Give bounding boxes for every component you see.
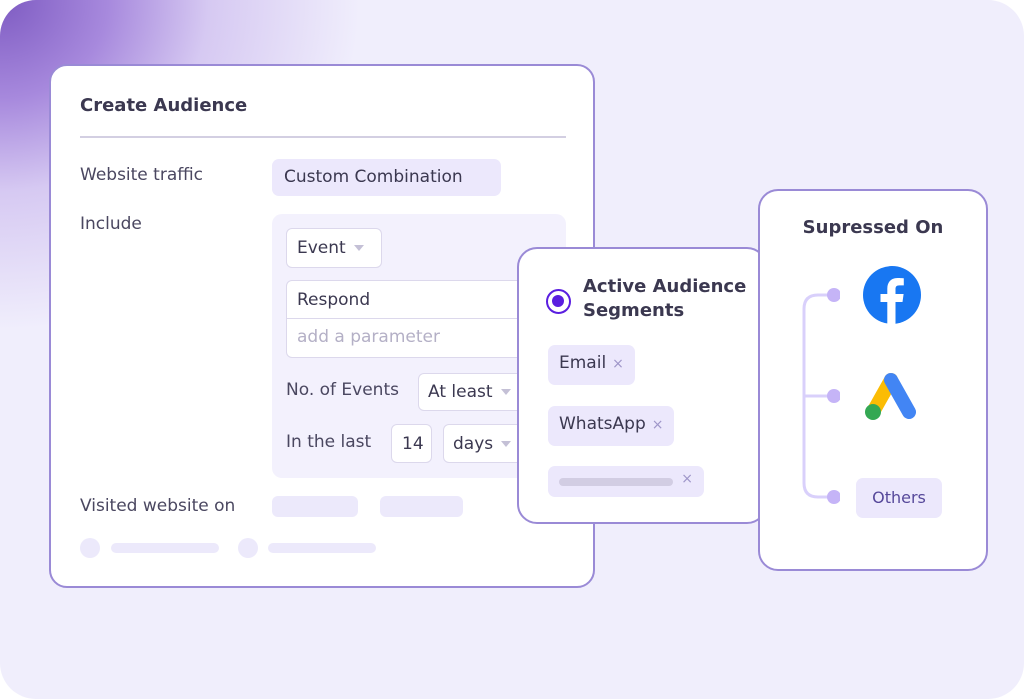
placeholder-avatar (80, 538, 100, 558)
active-segments-card: Active Audience Segments Email × WhatsApp… (517, 247, 767, 524)
website-traffic-value: Custom Combination (284, 167, 463, 187)
connector-dot (827, 490, 840, 504)
placeholder-avatar (238, 538, 258, 558)
connector-tree (802, 288, 840, 504)
placeholder-line (268, 543, 376, 553)
create-audience-title: Create Audience (80, 95, 248, 116)
create-audience-card: Create Audience Website traffic Custom C… (49, 64, 595, 588)
close-icon[interactable]: × (681, 471, 693, 487)
others-chip[interactable]: Others (856, 478, 942, 518)
website-traffic-select[interactable]: Custom Combination (272, 159, 501, 196)
chevron-down-icon (501, 441, 512, 447)
close-icon[interactable]: × (612, 356, 624, 372)
google-ads-icon[interactable] (864, 372, 918, 422)
chevron-down-icon (353, 245, 364, 251)
suppressed-on-card: Supressed On Others (758, 189, 988, 571)
facebook-icon[interactable] (863, 266, 921, 324)
event-type-select[interactable]: Event (286, 228, 382, 268)
in-the-last-label: In the last (286, 432, 372, 452)
in-the-last-number-input[interactable]: 14 (391, 424, 432, 463)
title-divider (80, 136, 566, 138)
placeholder-chip (380, 496, 463, 517)
segment-tag-label: Email (559, 353, 607, 373)
page-background: Create Audience Website traffic Custom C… (0, 0, 1024, 699)
placeholder-chip (272, 496, 358, 517)
connector-dot (827, 389, 840, 403)
parameter-input[interactable]: add a parameter (287, 319, 545, 357)
segment-tag-placeholder: × (548, 466, 704, 497)
include-label: Include (80, 214, 142, 234)
event-name-input[interactable]: Respond (287, 281, 545, 319)
placeholder-line (559, 478, 673, 486)
website-traffic-label: Website traffic (80, 165, 204, 185)
chevron-down-icon (500, 389, 511, 395)
close-icon[interactable]: × (652, 417, 664, 433)
connector-dot (827, 288, 840, 302)
no-of-events-label: No. of Events (286, 380, 399, 400)
event-parameter-box: Respond add a parameter (286, 280, 546, 358)
event-type-value: Event (297, 238, 346, 258)
active-segments-title: Active Audience Segments (583, 276, 747, 321)
placeholder-line (111, 543, 219, 553)
segment-tag-email: Email × (548, 345, 635, 385)
suppressed-on-title: Supressed On (802, 217, 944, 238)
visited-website-label: Visited website on (80, 496, 236, 516)
no-of-events-value: At least (428, 382, 493, 402)
segment-tag-label: WhatsApp (559, 414, 646, 434)
time-unit-value: days (453, 434, 494, 454)
segment-tag-whatsapp: WhatsApp × (548, 406, 675, 446)
radio-selected-icon[interactable] (546, 289, 571, 314)
